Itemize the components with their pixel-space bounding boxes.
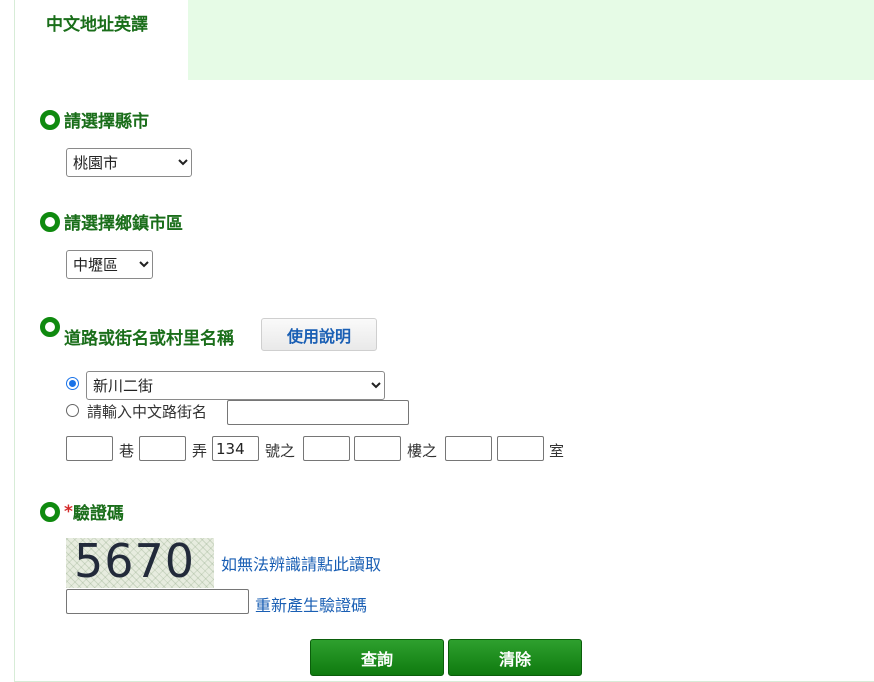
lane-input[interactable] [66, 436, 113, 461]
road-select-radio[interactable] [66, 377, 79, 390]
district-label: 請選擇鄉鎮市區 [64, 214, 183, 234]
search-button[interactable]: 查詢 [310, 639, 444, 676]
lane-unit: 巷 [119, 442, 135, 460]
floor-input[interactable] [354, 436, 401, 461]
alley-input[interactable] [139, 436, 186, 461]
required-mark: * [64, 501, 73, 522]
number-sub-input[interactable] [303, 436, 350, 461]
district-section-heading: 請選擇鄉鎮市區 [40, 209, 183, 234]
road-label: 道路或街名或村里名稱 [64, 329, 234, 349]
room-input[interactable] [497, 436, 544, 461]
clear-button[interactable]: 清除 [448, 639, 582, 676]
captcha-refresh-link[interactable]: 重新產生驗證碼 [255, 592, 367, 616]
bullet-icon [40, 211, 60, 232]
usage-help-button[interactable]: 使用說明 [261, 318, 377, 351]
road-manual-label: 請輸入中文路街名 [87, 403, 208, 421]
county-section-heading: 請選擇縣市 [40, 107, 149, 132]
captcha-label: 驗證碼 [72, 504, 124, 524]
bullet-icon [40, 501, 60, 522]
floor-sub-input[interactable] [445, 436, 492, 461]
left-border [14, 0, 15, 682]
road-section-heading: 道路或街名或村里名稱 [40, 314, 234, 349]
road-manual-input[interactable] [227, 400, 409, 425]
road-manual-radio[interactable] [66, 404, 79, 417]
county-label: 請選擇縣市 [64, 112, 149, 132]
room-unit: 室 [549, 442, 565, 460]
tab-strip [188, 0, 874, 80]
captcha-image-text: 5670 [74, 538, 196, 588]
number-input[interactable] [212, 436, 259, 461]
captcha-audio-link[interactable]: 如無法辨識請點此讀取 [221, 551, 381, 575]
captcha-section-heading: * 驗證碼 [40, 499, 124, 524]
tab-title: 中文地址英譯 [46, 15, 148, 35]
floor-unit: 樓之 [407, 442, 438, 460]
bullet-icon [40, 316, 60, 337]
road-select[interactable]: 新川二街 [86, 371, 385, 400]
alley-unit: 弄 [192, 442, 208, 460]
captcha-input[interactable] [66, 589, 249, 614]
captcha-image: 5670 [66, 538, 214, 588]
bullet-icon [40, 109, 60, 130]
number-unit: 號之 [265, 442, 296, 460]
district-select[interactable]: 中壢區 [66, 250, 153, 279]
county-select[interactable]: 桃園市 [66, 148, 192, 177]
